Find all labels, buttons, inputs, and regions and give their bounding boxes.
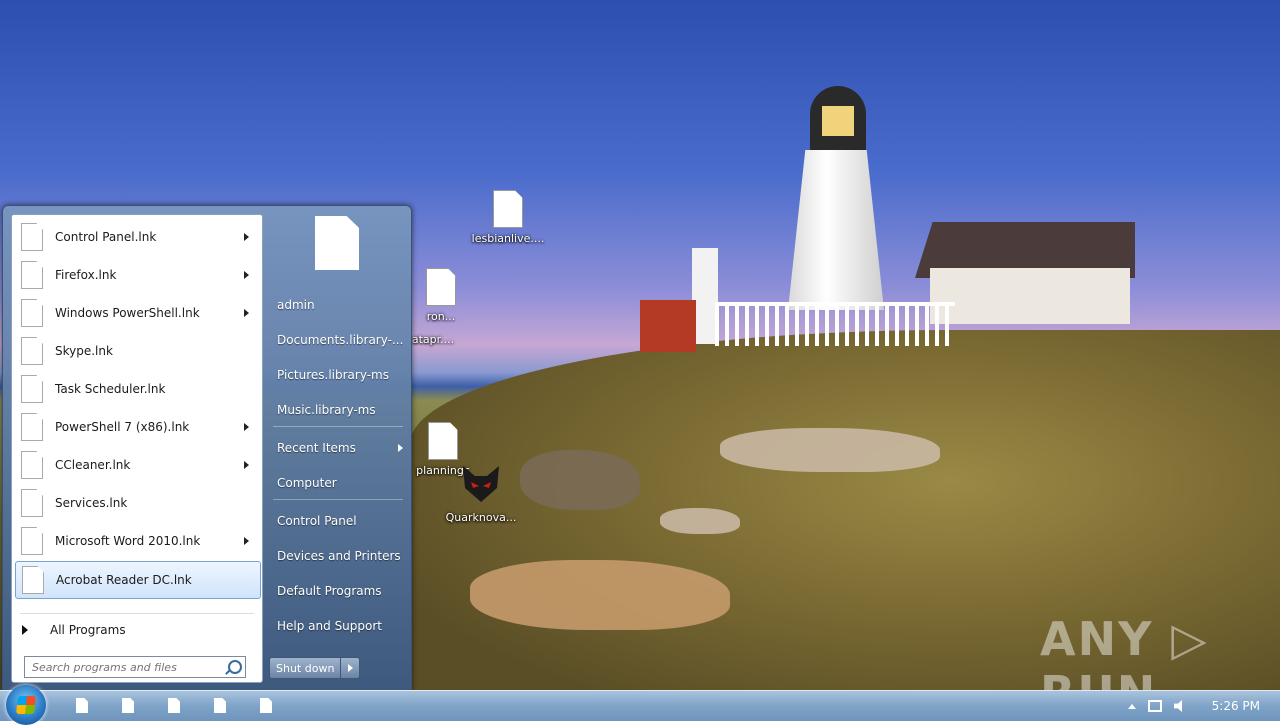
program-label: Control Panel.lnk [55,230,157,244]
right-item-help-support[interactable]: Help and Support [269,612,409,640]
submenu-arrow-icon[interactable] [244,461,249,469]
taskbar-file-icon[interactable] [260,698,272,713]
wallpaper-rock [470,560,730,630]
shortcut-icon [21,223,43,251]
wallpaper-rock [520,450,640,510]
watermark: ANY ▷ RUN [1040,612,1209,690]
program-label: Firefox.lnk [55,268,117,282]
taskbar-file-icon[interactable] [168,698,180,713]
shortcut-icon [21,527,43,555]
clock[interactable]: 5:26 PM [1212,699,1260,713]
start-menu: Control Panel.lnk Firefox.lnk Windows Po… [2,205,412,692]
shortcut-icon [21,451,43,479]
program-label: PowerShell 7 (x86).lnk [55,420,190,434]
submenu-arrow-icon [398,444,403,452]
wallpaper-small-house [640,300,696,352]
divider [273,426,403,427]
submenu-arrow-icon[interactable] [244,537,249,545]
divider [20,613,254,614]
shutdown-group: Shut down [269,657,361,679]
wallpaper-rock [720,428,940,472]
start-button[interactable] [6,685,46,725]
program-item[interactable]: PowerShell 7 (x86).lnk [15,409,259,445]
program-item[interactable]: Task Scheduler.lnk [15,371,259,407]
program-item[interactable]: CCleaner.lnk [15,447,259,483]
right-item-recent-items[interactable]: Recent Items [269,434,409,462]
wallpaper-lighthouse-lamp [810,86,866,150]
program-item[interactable]: Skype.lnk [15,333,259,369]
shortcut-icon [21,261,43,289]
submenu-arrow-icon[interactable] [244,271,249,279]
search-input[interactable] [30,659,224,675]
shortcut-icon [21,489,43,517]
right-item-user[interactable]: admin [269,291,409,319]
desktop-icon-label: lesbianlive.... [471,232,545,245]
network-icon[interactable] [1147,700,1162,712]
divider [273,499,403,500]
program-label: Task Scheduler.lnk [55,382,166,396]
program-item[interactable]: Firefox.lnk [15,257,259,293]
file-icon [493,190,523,228]
program-label: Microsoft Word 2010.lnk [55,534,201,548]
shortcut-icon [21,413,43,441]
program-item[interactable]: Control Panel.lnk [15,219,259,255]
start-menu-right-pane: admin Documents.library-... Pictures.lib… [265,214,405,684]
taskbar-file-icon[interactable] [76,698,88,713]
start-menu-programs-pane: Control Panel.lnk Firefox.lnk Windows Po… [11,214,263,683]
submenu-arrow-icon[interactable] [244,309,249,317]
system-tray: 5:26 PM [1127,691,1260,721]
program-label: Skype.lnk [55,344,113,358]
search-icon[interactable] [228,660,242,674]
wallpaper-fence [715,302,955,346]
program-label: Windows PowerShell.lnk [55,306,200,320]
right-item-music[interactable]: Music.library-ms [269,396,409,424]
right-item-devices-printers[interactable]: Devices and Printers [269,542,409,570]
show-hidden-icons-icon[interactable] [1127,703,1136,709]
shortcut-icon [21,337,43,365]
all-programs-button[interactable]: All Programs [20,618,250,642]
search-box[interactable] [24,656,246,678]
program-item[interactable]: Windows PowerShell.lnk [15,295,259,331]
file-icon [428,422,458,460]
desktop-icon-label: atapr.... [411,333,455,346]
desktop-icon-label: ron... [426,310,456,323]
submenu-arrow-icon[interactable] [244,233,249,241]
volume-icon[interactable] [1173,700,1183,712]
desktop-icon-label: Quarknova... [445,511,517,524]
shutdown-options-button[interactable] [341,657,361,679]
right-item-documents[interactable]: Documents.library-... [269,326,409,354]
shortcut-icon [21,299,43,327]
desktop-icon[interactable]: Quarknova... [436,462,526,524]
right-item-pictures[interactable]: Pictures.library-ms [269,361,409,389]
right-item-control-panel[interactable]: Control Panel [269,507,409,535]
shortcut-icon [21,375,43,403]
right-item-default-programs[interactable]: Default Programs [269,577,409,605]
all-programs-label: All Programs [50,623,126,637]
right-item-computer[interactable]: Computer [269,469,409,497]
quarknova-icon [463,466,499,502]
shortcut-icon [22,566,44,594]
desktop-icon[interactable]: lesbianlive.... [463,190,553,245]
chevron-right-icon [347,664,353,672]
program-item[interactable]: Services.lnk [15,485,259,521]
file-icon [426,268,456,306]
shutdown-button[interactable]: Shut down [269,657,342,679]
user-picture[interactable] [315,216,359,270]
program-label: CCleaner.lnk [55,458,131,472]
wallpaper-house [930,268,1130,324]
program-item-highlighted[interactable]: Acrobat Reader DC.lnk [15,561,261,599]
expand-arrow-icon [22,625,28,635]
program-label: Acrobat Reader DC.lnk [56,573,192,587]
taskbar-file-icon[interactable] [214,698,226,713]
program-item[interactable]: Microsoft Word 2010.lnk [15,523,259,559]
program-label: Services.lnk [55,496,128,510]
submenu-arrow-icon[interactable] [244,423,249,431]
wallpaper-rock [660,508,740,534]
taskbar: 5:26 PM [0,685,1280,725]
wallpaper-lighthouse [788,150,884,310]
taskbar-file-icon[interactable] [122,698,134,713]
